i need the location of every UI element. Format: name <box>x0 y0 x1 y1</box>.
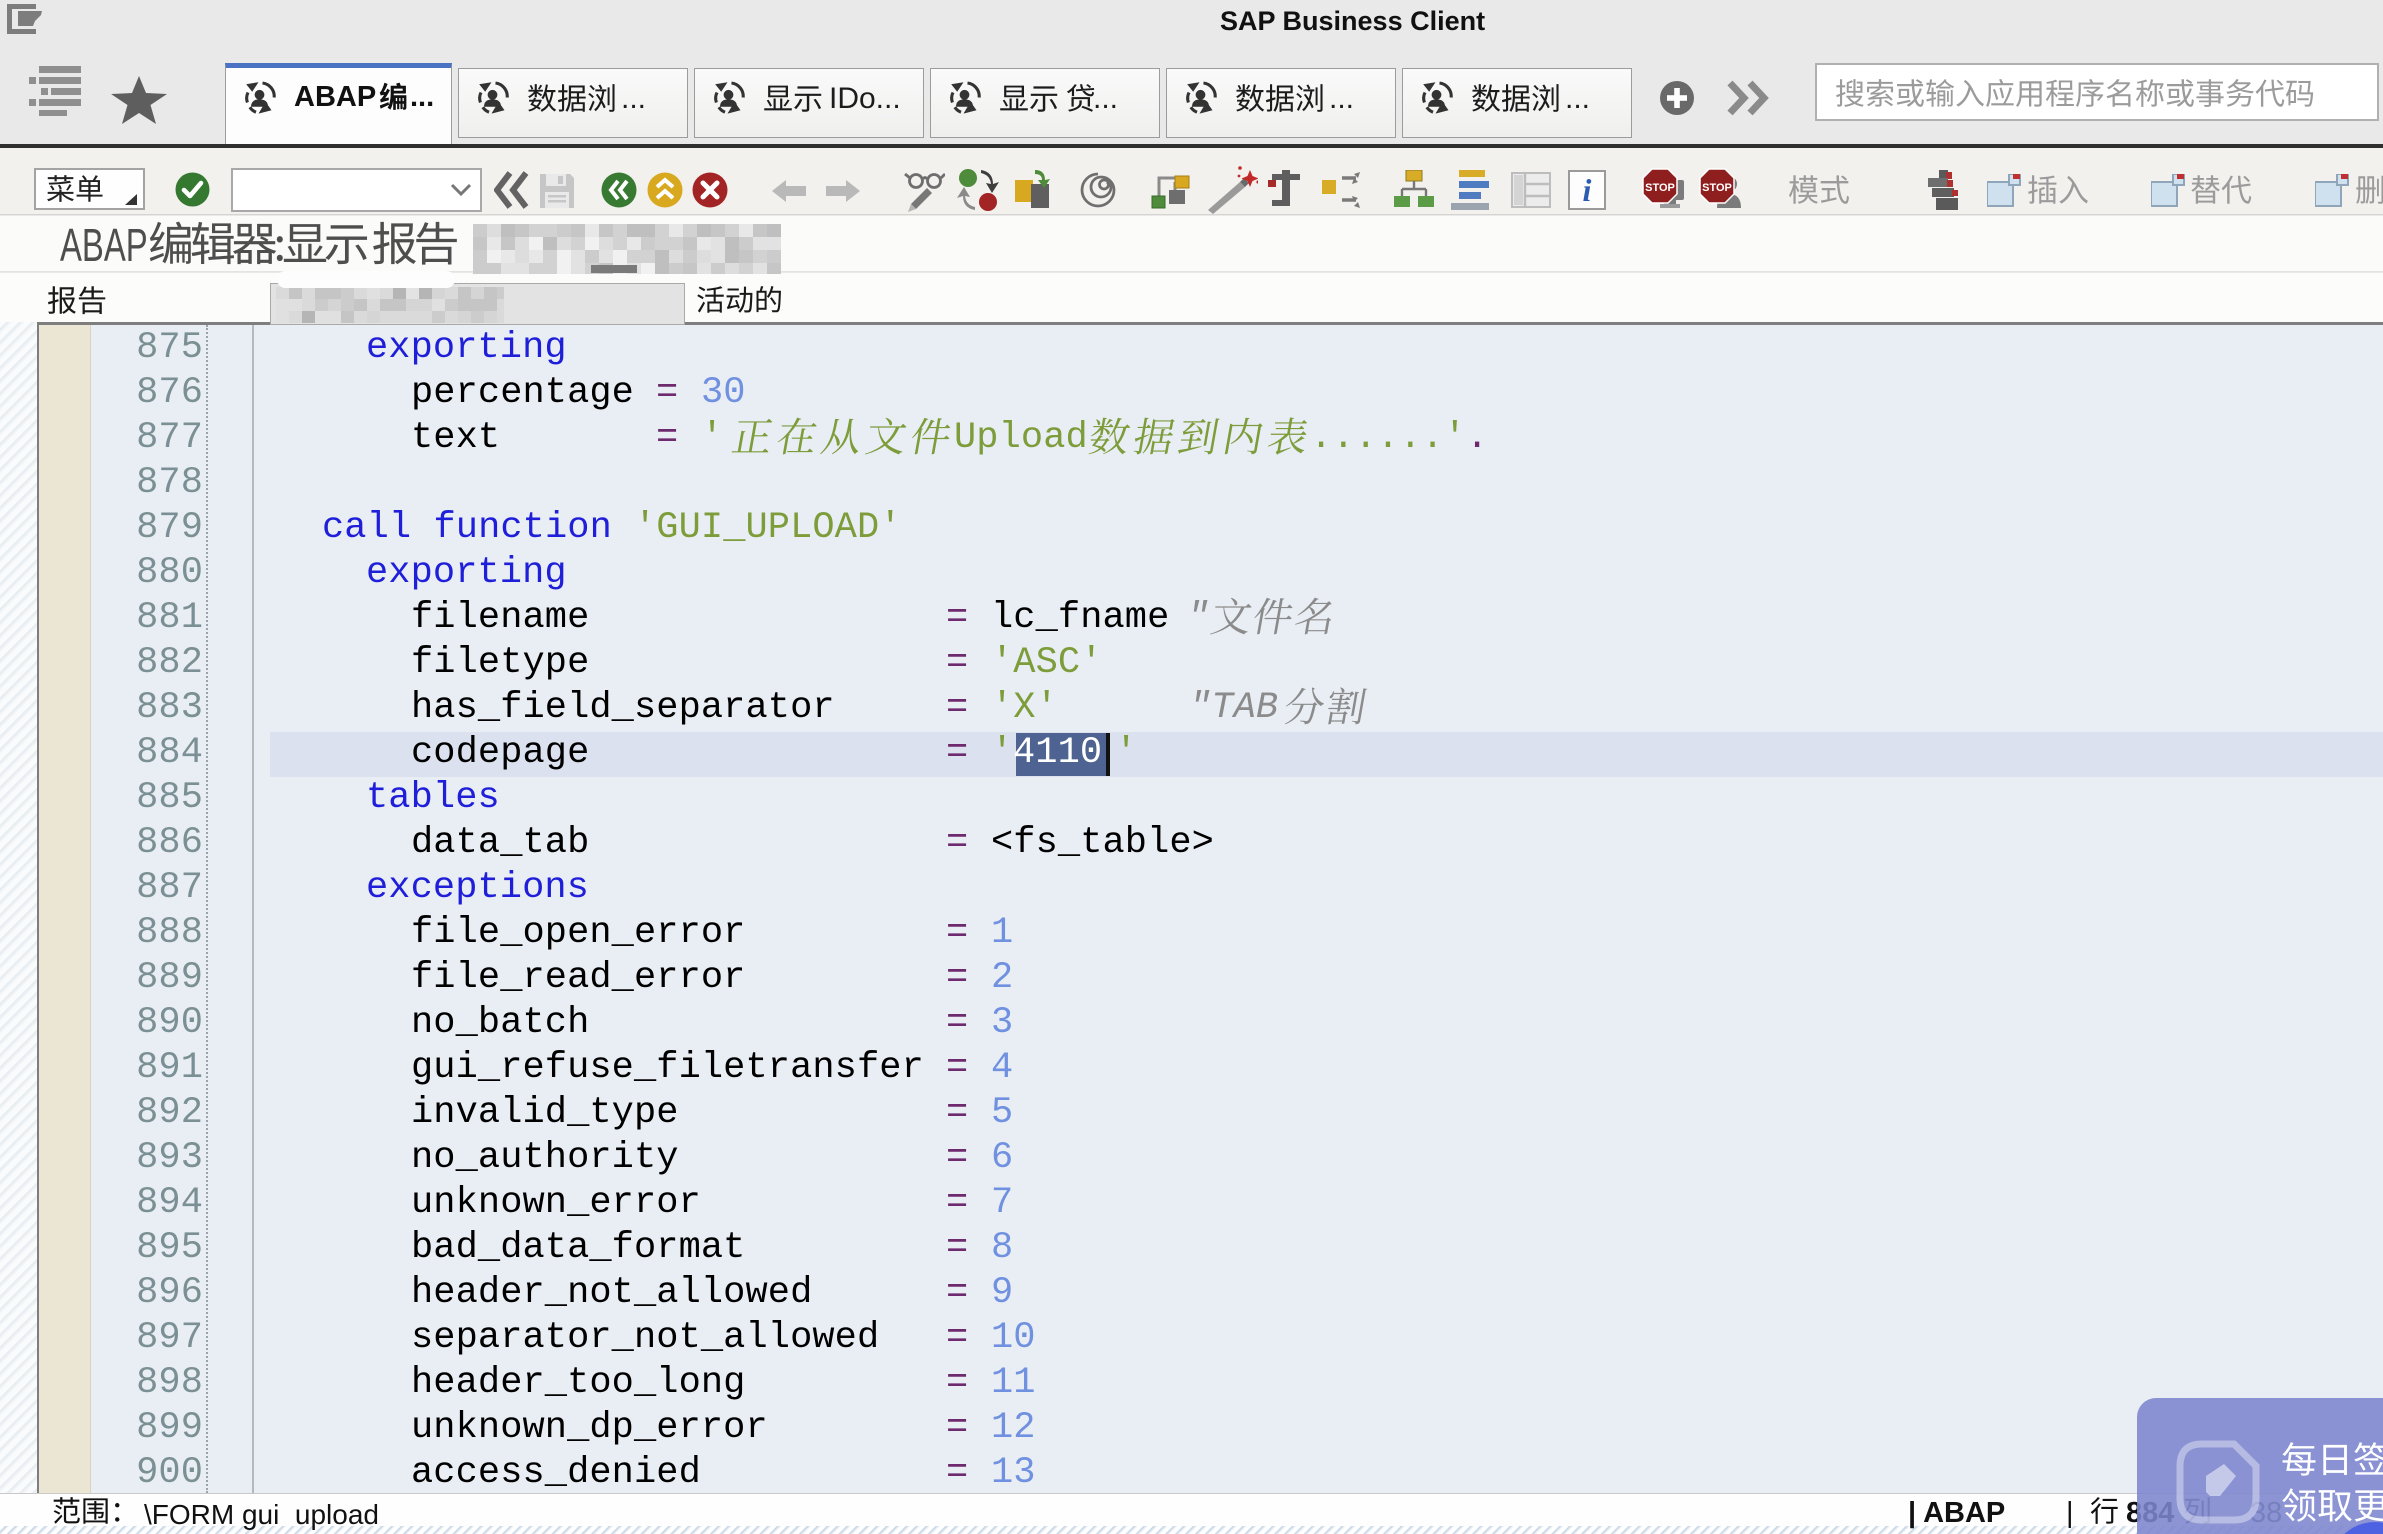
svg-text:STOP: STOP <box>1645 182 1675 194</box>
svg-text:i: i <box>1583 172 1592 208</box>
svg-text:STOP: STOP <box>1702 182 1732 194</box>
